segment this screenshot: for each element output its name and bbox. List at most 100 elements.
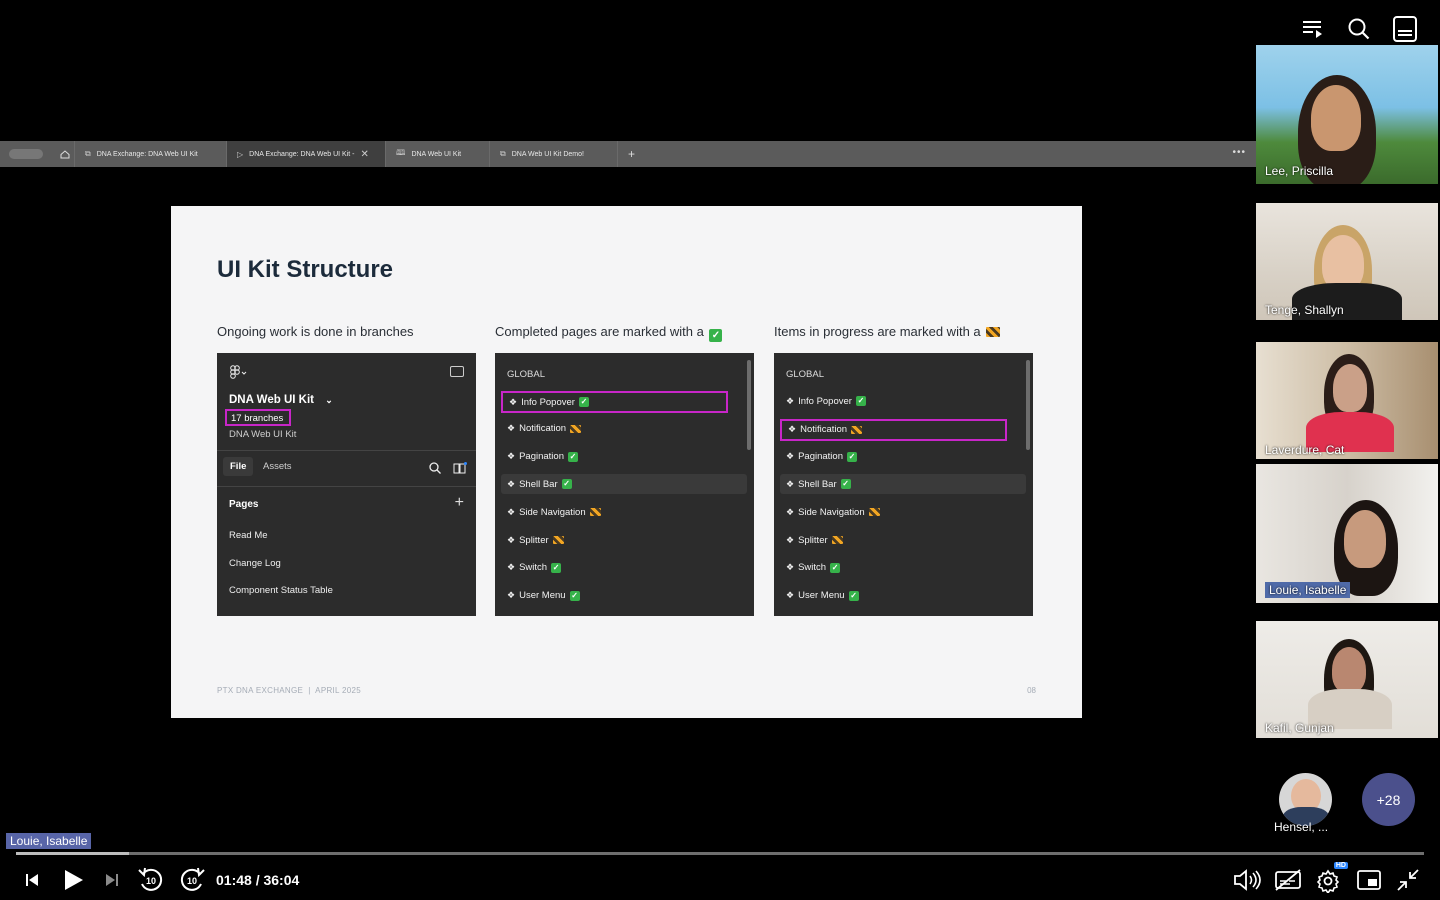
check-mark-icon: ✓ <box>561 479 572 490</box>
file-title-text: DNA Web UI Kit <box>229 394 314 406</box>
page-list-item[interactable]: ❖ Pagination ✓ <box>501 447 747 467</box>
check-mark-icon: ✓ <box>551 562 562 573</box>
branches-count[interactable]: 17 branches <box>225 409 291 426</box>
component-icon: ❖ <box>786 451 795 462</box>
page-list-item-label: Splitter <box>798 534 828 546</box>
construction-barrier-icon <box>986 327 1001 337</box>
skip-back-icon[interactable]: 10 <box>137 866 165 894</box>
browser-tab-1[interactable]: ⧉ DNA Exchange: DNA Web UI Kit <box>75 141 227 167</box>
home-icon[interactable] <box>55 141 75 167</box>
component-icon: ❖ <box>507 534 516 545</box>
page-list-item[interactable]: ❖ Pagination ✓ <box>780 447 1026 467</box>
page-list-item[interactable]: ❖ User Menu ✓ <box>780 586 1026 606</box>
scrollbar[interactable] <box>747 360 751 450</box>
presentation-slide: UI Kit Structure Ongoing work is done in… <box>171 206 1082 718</box>
page-list-item-label: User Menu <box>519 590 566 602</box>
search-icon[interactable] <box>429 462 441 477</box>
page-list-item-label: Info Popover <box>798 395 852 407</box>
tab-label: DNA Exchange: DNA Web UI Kit <box>96 150 198 158</box>
component-icon: ❖ <box>507 423 516 434</box>
slide-footer: PTX DNA EXCHANGE | APRIL 2025 <box>217 686 362 695</box>
speaker-label: Louie, Isabelle <box>6 833 92 849</box>
participant-tile[interactable]: Kafil, Gunjan <box>1256 621 1438 738</box>
page-list-item[interactable]: ❖ Side Navigation <box>780 502 1026 522</box>
page-list-item[interactable]: ❖ Switch ✓ <box>780 558 1026 578</box>
page-item-read-me[interactable]: Read Me <box>229 530 268 541</box>
svg-text:10: 10 <box>187 876 197 886</box>
participant-tile[interactable]: Lee, Priscilla <box>1256 45 1438 184</box>
page-list-item[interactable]: ❖ Switch ✓ <box>501 558 747 578</box>
participant-face <box>1344 510 1386 568</box>
play-icon: ▷ <box>237 149 244 159</box>
next-icon[interactable] <box>101 866 123 894</box>
section-heading: GLOBAL <box>507 369 546 380</box>
browser-tab-2[interactable]: ▷ DNA Exchange: DNA Web UI Kit - ✕ <box>227 141 386 167</box>
book-icon: 🕮 <box>396 148 406 157</box>
divider <box>217 450 476 451</box>
scrollbar[interactable] <box>1026 360 1030 450</box>
browser-tab-3[interactable]: 🕮 DNA Web UI Kit <box>386 141 490 167</box>
playlist-icon[interactable] <box>1300 16 1326 42</box>
check-mark-icon: ✓ <box>848 590 859 601</box>
picture-in-picture-icon[interactable] <box>1354 866 1384 894</box>
page-list-item-label: User Menu <box>798 590 845 602</box>
check-mark-icon: ✓ <box>709 329 723 342</box>
page-item-component-status[interactable]: Component Status Table <box>229 585 333 596</box>
browser-tab-4[interactable]: ⧉ DNA Web UI Kit Demo! <box>490 141 618 167</box>
captions-off-icon[interactable] <box>1273 866 1303 894</box>
participant-tile[interactable]: Tenge, Shallyn <box>1256 203 1438 320</box>
avatar[interactable] <box>1279 773 1332 826</box>
page-list-item[interactable]: ❖ Notification <box>501 419 747 439</box>
page-list-item[interactable]: ❖ Info Popover ✓ <box>780 391 1026 411</box>
component-icon: ❖ <box>507 478 516 489</box>
construction-barrier-icon <box>851 425 863 434</box>
page-list-item[interactable]: ❖ Side Navigation <box>501 502 747 522</box>
settings-icon[interactable]: HD <box>1314 862 1348 894</box>
volume-icon[interactable] <box>1232 866 1262 894</box>
transcript-icon[interactable] <box>1392 16 1418 42</box>
page-list-item[interactable]: ❖ Splitter <box>501 530 747 550</box>
page-list-item[interactable]: ❖ Splitter <box>780 530 1026 550</box>
play-icon[interactable] <box>60 866 86 894</box>
page-item-change-log[interactable]: Change Log <box>229 558 281 569</box>
participant-tile[interactable]: Laverdure, Cat <box>1256 342 1438 459</box>
window-control[interactable] <box>9 149 43 159</box>
construction-barrier-icon <box>868 508 880 517</box>
search-icon[interactable] <box>1346 16 1372 42</box>
library-icon[interactable] <box>453 462 467 477</box>
page-list-item[interactable]: ❖ User Menu ✓ <box>501 586 747 606</box>
add-page-icon[interactable]: + <box>455 494 464 512</box>
exit-fullscreen-icon[interactable] <box>1394 866 1422 894</box>
participant-tile-active-speaker[interactable]: Louie, Isabelle <box>1256 464 1438 603</box>
page-list-item-label: Pagination <box>519 451 564 463</box>
tab-assets[interactable]: Assets <box>263 461 292 472</box>
page-list-item[interactable]: ❖ Shell Bar ✓ <box>780 474 1026 495</box>
label-text: Items in progress are marked with a <box>774 324 981 339</box>
previous-icon[interactable] <box>20 866 44 894</box>
new-tab-button[interactable]: + <box>618 147 645 161</box>
component-icon: ❖ <box>786 395 795 406</box>
component-icon: ❖ <box>507 451 516 462</box>
page-list-item[interactable]: ❖ Info Popover ✓ <box>501 391 728 413</box>
figma-file-panel: DNA Web UI Kit ⌄ 17 branches DNA Web UI … <box>217 353 476 616</box>
skip-forward-icon[interactable]: 10 <box>178 866 206 894</box>
page-list-item-label: Splitter <box>519 534 549 546</box>
panel-layout-icon[interactable] <box>450 366 464 377</box>
construction-barrier-icon <box>552 536 564 544</box>
tab-file[interactable]: File <box>223 457 254 476</box>
progress-bar[interactable] <box>16 852 1424 855</box>
close-tab-icon[interactable]: ✕ <box>360 149 368 160</box>
page-list-item[interactable]: ❖ Shell Bar ✓ <box>501 474 747 495</box>
participant-face <box>1332 647 1366 693</box>
file-subtitle: DNA Web UI Kit <box>229 429 297 440</box>
figma-logo-icon <box>229 365 247 382</box>
file-title[interactable]: DNA Web UI Kit ⌄ <box>229 394 333 406</box>
tab-label: DNA Web UI Kit Demo! <box>511 150 584 158</box>
hd-badge: HD <box>1333 862 1348 869</box>
participant-name-text: Louie, Isabelle <box>1265 582 1351 598</box>
more-participants-button[interactable]: +28 <box>1362 773 1415 826</box>
participant-name: Kafil, Gunjan <box>1265 721 1334 735</box>
page-list-item[interactable]: ❖ Notification <box>780 418 1007 441</box>
more-options-button[interactable]: ••• <box>1232 147 1246 158</box>
slide-page-number: 08 <box>1027 686 1036 695</box>
